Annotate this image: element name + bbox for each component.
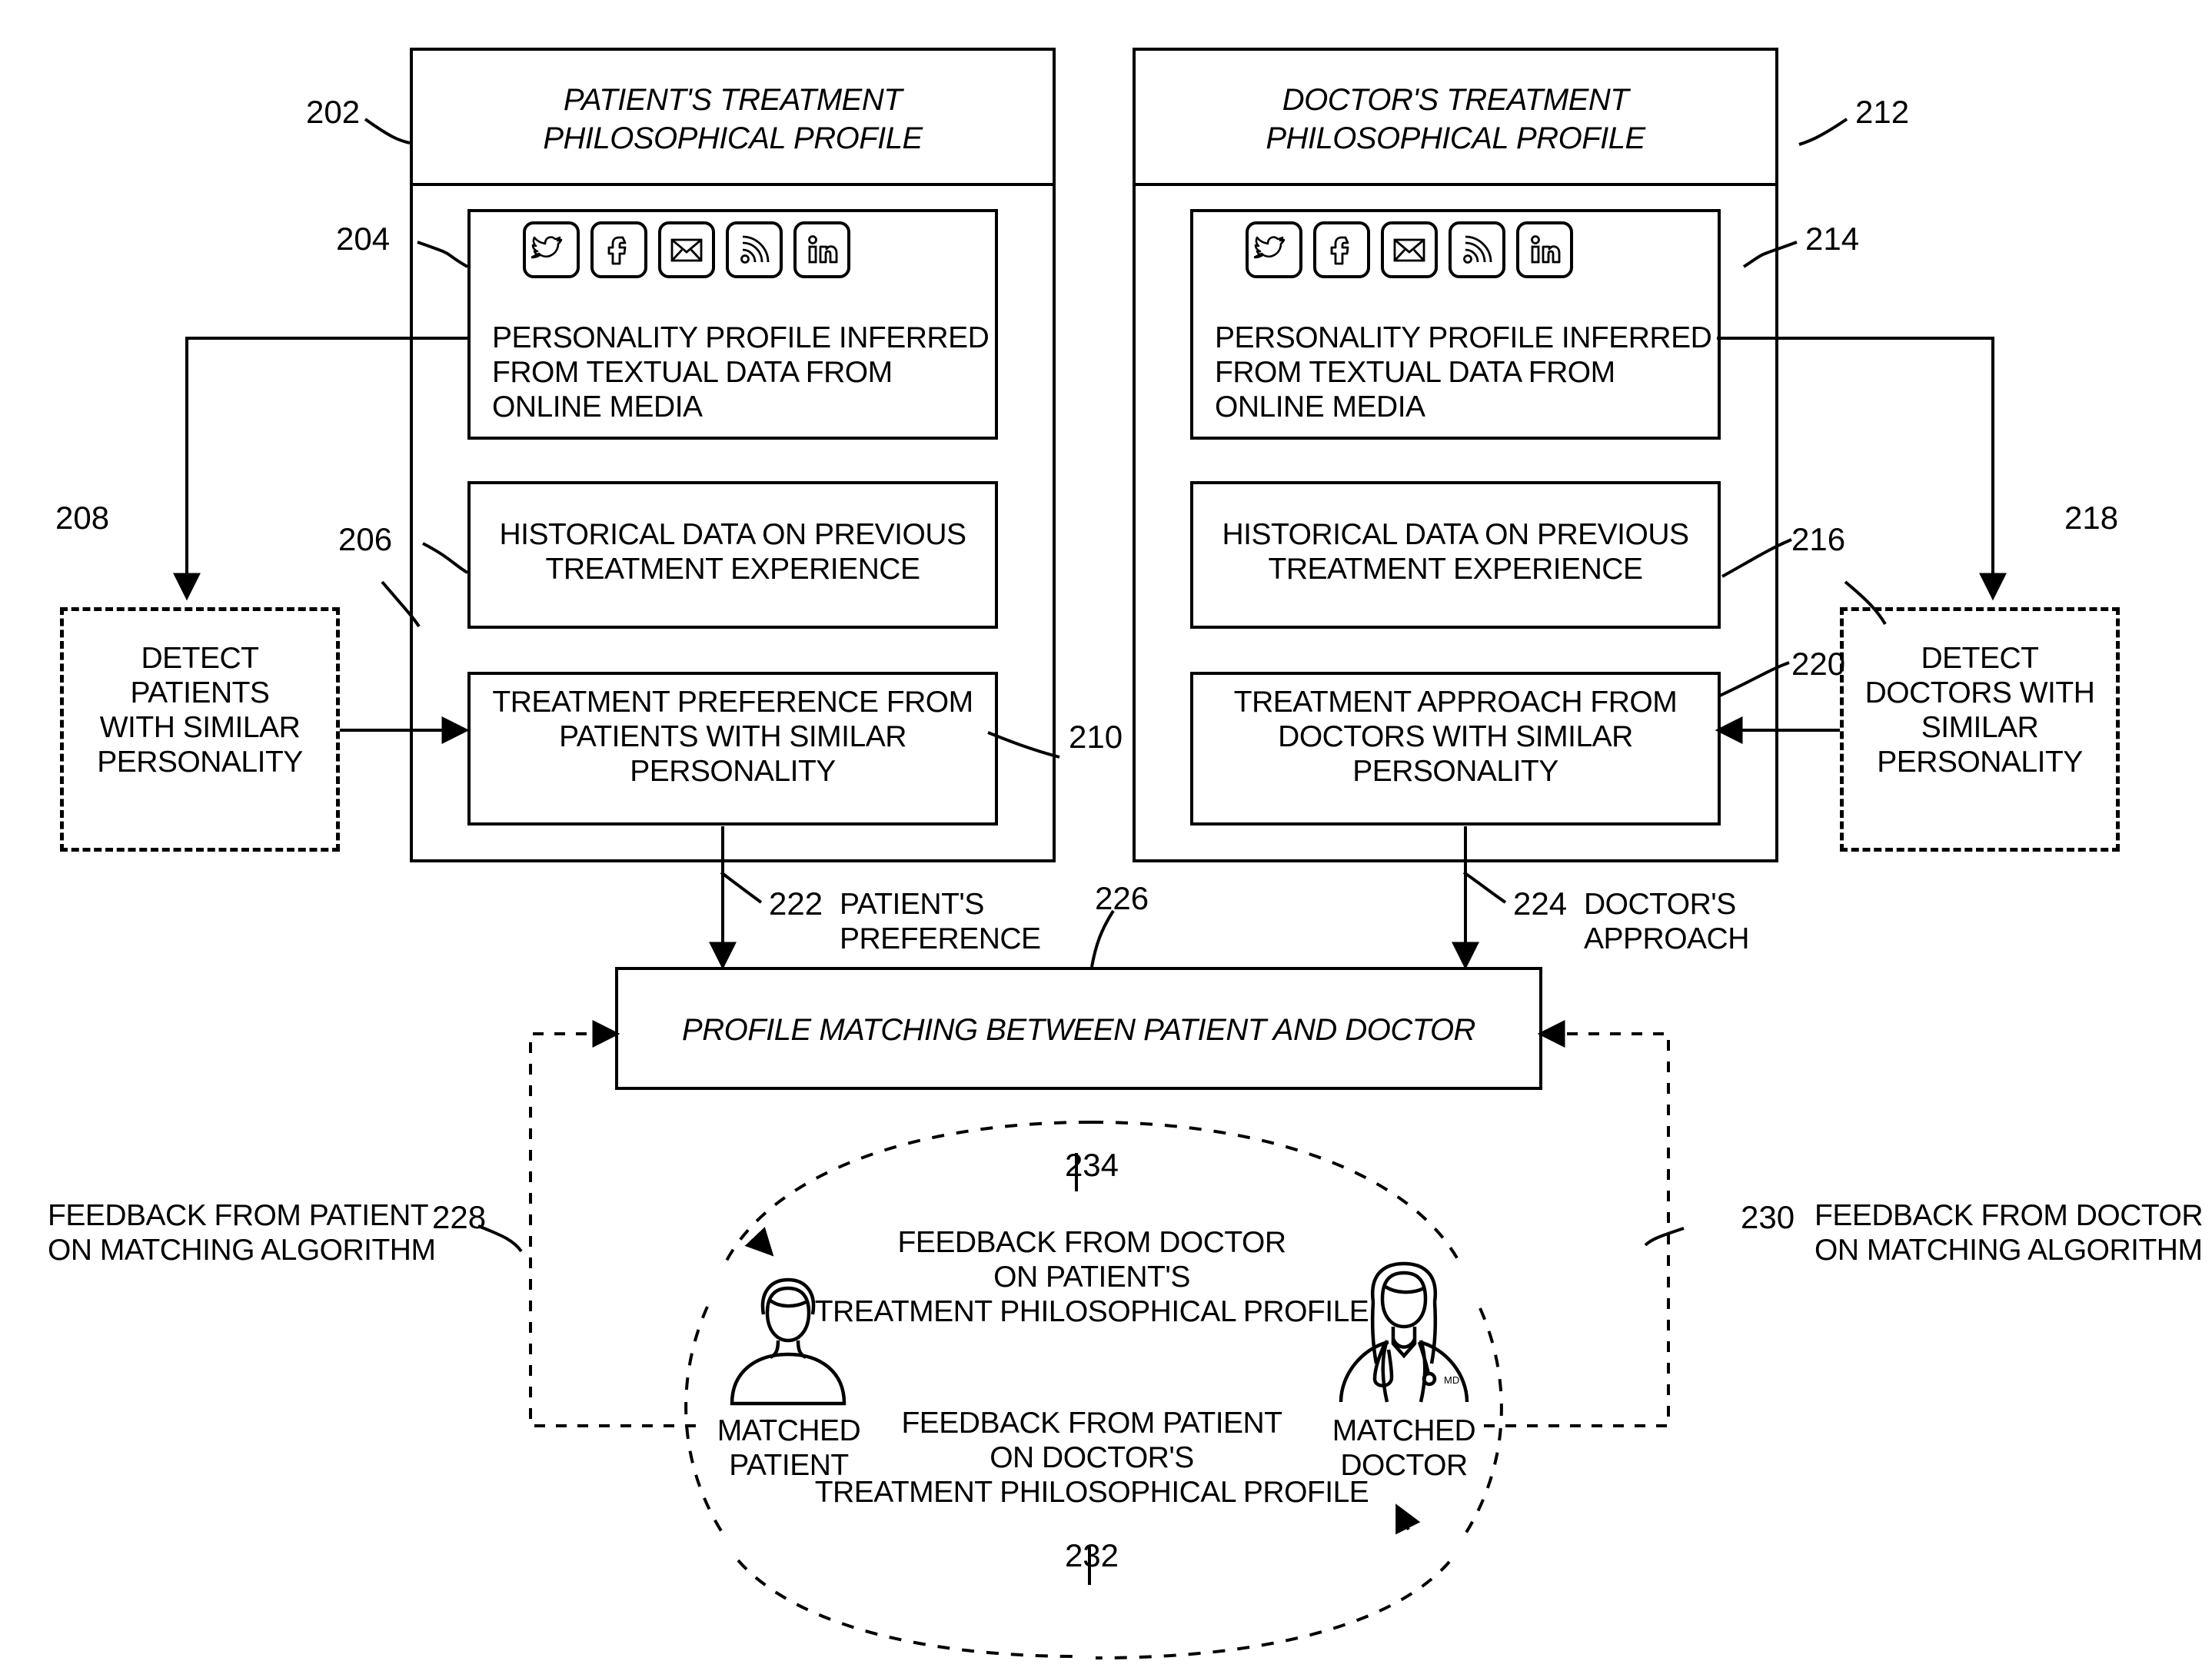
loop-arrow-to-doctor xyxy=(1395,1503,1421,1535)
box-210-line3: PERSONALITY xyxy=(630,755,836,788)
link-228-feedback-left xyxy=(529,1020,696,1427)
box-218-line2: DOCTORS WITH xyxy=(1864,676,2095,709)
patient-panel-title-line2: PHILOSOPHICAL PROFILE xyxy=(543,121,923,155)
twitter-icon[interactable] xyxy=(1246,221,1302,278)
ref-204: 204 xyxy=(336,221,391,257)
patient-panel-title-line1: PATIENT'S TREATMENT xyxy=(563,83,903,117)
arrow-224-line2: APPROACH xyxy=(1584,922,1749,955)
social-icon-row-left xyxy=(523,221,861,278)
box-220-line3: PERSONALITY xyxy=(1352,755,1558,788)
matched-doctor-line2: DOCTOR xyxy=(1340,1449,1468,1482)
loop-top-line1: FEEDBACK FROM DOCTOR xyxy=(897,1226,1286,1259)
doctor-panel-header-divider xyxy=(1133,183,1778,186)
facebook-icon[interactable] xyxy=(1313,221,1370,278)
matched-patient-line1: MATCHED xyxy=(717,1414,861,1447)
mail-icon[interactable] xyxy=(1381,221,1438,278)
loop-arrow-to-patient xyxy=(744,1227,774,1257)
ref-206: 206 xyxy=(338,521,393,557)
twitter-icon[interactable] xyxy=(523,221,580,278)
ref-210: 210 xyxy=(1069,719,1123,755)
box-218-line1: DETECT xyxy=(1921,642,2040,675)
feedback-left-line2: ON MATCHING ALGORITHM xyxy=(48,1234,436,1267)
patient-avatar-icon xyxy=(723,1267,853,1413)
feedback-left-line1: FEEDBACK FROM PATIENT xyxy=(48,1199,429,1232)
box-218-line3: SIMILAR xyxy=(1921,711,2039,744)
ref-228: 228 xyxy=(432,1199,487,1235)
patent-figure-canvas: PATIENT'S TREATMENT PHILOSOPHICAL PROFIL… xyxy=(0,0,2212,1671)
arrow-222-line1: PATIENT'S xyxy=(840,888,984,921)
box-216-line1: HISTORICAL DATA ON PREVIOUS xyxy=(1222,518,1689,551)
box-214-line1: PERSONALITY PROFILE INFERRED xyxy=(1215,321,1712,354)
box-208-line1: DETECT xyxy=(141,642,260,675)
box-214-line3: ONLINE MEDIA xyxy=(1215,390,1425,424)
box-210-line2: PATIENTS WITH SIMILAR xyxy=(559,720,906,753)
rss-icon[interactable] xyxy=(1449,221,1505,278)
ref-226: 226 xyxy=(1095,880,1149,916)
linkedin-icon[interactable] xyxy=(793,221,850,278)
ref-220: 220 xyxy=(1791,646,1846,682)
ref-202: 202 xyxy=(306,94,361,130)
ref-214: 214 xyxy=(1805,221,1860,257)
arrow-222-line2: PREFERENCE xyxy=(840,922,1041,955)
box-220-line2: DOCTORS WITH SIMILAR xyxy=(1278,720,1633,753)
doctor-avatar-icon: MD xyxy=(1327,1251,1481,1413)
arrow-224-line1: DOCTOR'S xyxy=(1584,888,1736,921)
loop-top-line2: ON PATIENT'S xyxy=(993,1261,1190,1294)
rss-icon[interactable] xyxy=(726,221,783,278)
ref-230: 230 xyxy=(1741,1199,1795,1235)
facebook-icon[interactable] xyxy=(590,221,647,278)
box-208-line2: PATIENTS xyxy=(130,676,270,709)
doctor-panel-title-line2: PHILOSOPHICAL PROFILE xyxy=(1266,121,1645,155)
box-226-label: PROFILE MATCHING BETWEEN PATIENT AND DOC… xyxy=(682,1013,1475,1047)
linkedin-icon[interactable] xyxy=(1516,221,1573,278)
ref-234: 234 xyxy=(1064,1147,1119,1183)
box-204-line2: FROM TEXTUAL DATA FROM xyxy=(492,356,893,389)
ref-216: 216 xyxy=(1791,521,1846,557)
doctor-panel-title-line1: DOCTOR'S TREATMENT xyxy=(1282,83,1629,117)
box-206-line1: HISTORICAL DATA ON PREVIOUS xyxy=(499,518,966,551)
ref-218: 218 xyxy=(2064,500,2119,536)
feedback-right-line2: ON MATCHING ALGORITHM xyxy=(1815,1234,2203,1267)
matched-patient-line2: PATIENT xyxy=(729,1449,849,1482)
ref-212: 212 xyxy=(1855,94,1910,130)
box-208-line3: WITH SIMILAR xyxy=(99,711,301,744)
box-210-line1: TREATMENT PREFERENCE FROM xyxy=(492,686,973,719)
box-204-line1: PERSONALITY PROFILE INFERRED xyxy=(492,321,990,354)
loop-top-line3: TREATMENT PHILOSOPHICAL PROFILE xyxy=(814,1295,1369,1328)
svg-text:MD: MD xyxy=(1444,1374,1459,1386)
box-218-line4: PERSONALITY xyxy=(1877,746,2083,779)
patient-panel-header-divider xyxy=(410,183,1056,186)
box-220-line1: TREATMENT APPROACH FROM xyxy=(1233,686,1678,719)
matched-doctor-line1: MATCHED xyxy=(1332,1414,1476,1447)
ref-222: 222 xyxy=(769,885,823,922)
link-230-feedback-right xyxy=(1484,1020,1670,1427)
mail-icon[interactable] xyxy=(658,221,715,278)
box-208-line4: PERSONALITY xyxy=(97,746,303,779)
box-204-line3: ONLINE MEDIA xyxy=(492,390,703,424)
box-216-line2: TREATMENT EXPERIENCE xyxy=(1268,553,1643,586)
ref-224: 224 xyxy=(1513,885,1568,922)
ref-208: 208 xyxy=(55,500,110,536)
box-214-line2: FROM TEXTUAL DATA FROM xyxy=(1215,356,1615,389)
social-icon-row-right xyxy=(1246,221,1584,278)
box-206-line2: TREATMENT EXPERIENCE xyxy=(545,553,920,586)
feedback-right-line1: FEEDBACK FROM DOCTOR xyxy=(1815,1199,2203,1232)
ref-232: 232 xyxy=(1064,1537,1119,1573)
